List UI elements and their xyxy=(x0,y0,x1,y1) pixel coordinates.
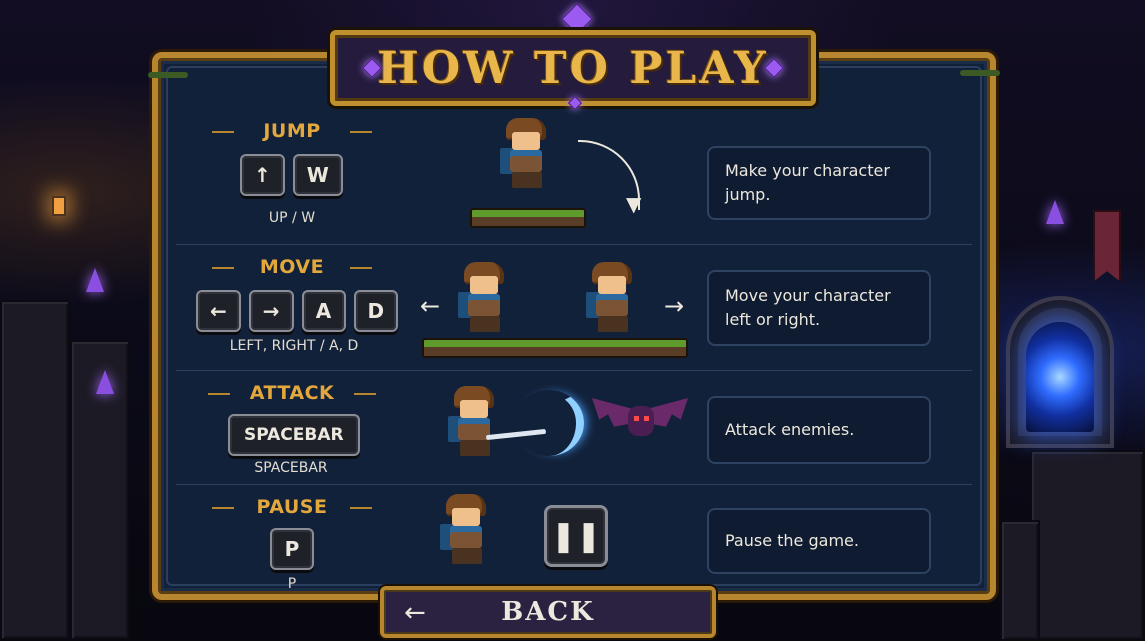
bat-enemy-icon xyxy=(592,392,688,456)
arrow-left-icon: ← xyxy=(420,292,441,320)
arrow-down-icon: ▼ xyxy=(626,192,642,216)
key-group-jump: ↑ W xyxy=(240,154,343,196)
key-caption-move: LEFT, RIGHT / A, D xyxy=(229,338,359,354)
wall-banner xyxy=(1093,210,1121,282)
description-move: Move your character left or right. xyxy=(707,270,931,346)
description-jump: Make your character jump. xyxy=(707,146,931,220)
action-title-move: MOVE xyxy=(212,256,372,278)
page-title: HOW TO PLAY xyxy=(377,42,769,94)
key-w[interactable]: W xyxy=(292,154,343,196)
description-text: Pause the game. xyxy=(725,531,859,550)
action-title-jump: JUMP xyxy=(212,120,372,142)
key-left-arrow[interactable]: ← xyxy=(196,290,241,332)
key-right-arrow[interactable]: → xyxy=(248,290,294,332)
description-pause: Pause the game. xyxy=(707,508,931,574)
hero-sprite-idle xyxy=(440,494,492,566)
grass-platform xyxy=(470,208,586,228)
action-title-pause: PAUSE xyxy=(212,496,372,518)
hero-sprite-walking-left xyxy=(458,262,510,334)
key-label: A xyxy=(315,299,332,323)
key-d[interactable]: D xyxy=(353,290,399,332)
description-attack: Attack enemies. xyxy=(707,396,931,464)
arrow-right-icon: → xyxy=(664,292,685,320)
key-label: SPACEBAR xyxy=(244,425,344,445)
hero-sprite-walking-right xyxy=(586,262,638,334)
stone-pillar-left xyxy=(0,300,70,640)
hero-sprite-jumping xyxy=(500,118,552,190)
vine-decoration xyxy=(960,70,1000,76)
vine-decoration xyxy=(148,72,188,78)
crystal-icon xyxy=(1046,200,1064,224)
arrow-right-icon: → xyxy=(262,299,280,323)
title-plate: HOW TO PLAY xyxy=(330,30,816,106)
stone-ledge-right xyxy=(1030,450,1145,641)
stone-block-right xyxy=(1000,520,1040,641)
slash-effect-icon xyxy=(514,390,584,456)
key-group-pause: P xyxy=(270,528,314,570)
key-caption-pause: P xyxy=(287,576,297,592)
key-a[interactable]: A xyxy=(301,290,346,332)
arrow-left-icon: ← xyxy=(210,299,227,323)
row-divider xyxy=(176,484,972,485)
hero-sprite-attacking xyxy=(448,386,500,458)
arrow-left-icon: ← xyxy=(404,598,426,628)
key-group-attack: SPACEBAR xyxy=(228,414,360,456)
key-label: P xyxy=(284,537,300,561)
action-title-attack: ATTACK xyxy=(208,382,376,404)
key-up-arrow[interactable]: ↑ xyxy=(240,154,285,196)
back-button-label: BACK xyxy=(501,597,595,627)
back-button[interactable]: ← BACK xyxy=(380,586,716,638)
crystal-icon xyxy=(96,370,114,394)
key-group-move: ← → A D xyxy=(196,290,399,332)
portal-swirl-icon xyxy=(1026,322,1094,432)
row-divider xyxy=(176,244,972,245)
arrow-up-icon: ↑ xyxy=(254,163,271,187)
key-caption-jump: UP / W xyxy=(268,210,316,226)
key-caption-attack: SPACEBAR xyxy=(254,460,328,476)
grass-platform xyxy=(422,338,688,358)
portal-doorway xyxy=(1006,296,1114,448)
lantern-icon xyxy=(52,196,66,216)
key-spacebar[interactable]: SPACEBAR xyxy=(228,414,360,456)
key-p[interactable]: P xyxy=(270,528,314,570)
crystal-icon xyxy=(86,268,104,292)
pause-icon: ❚❚ xyxy=(544,505,608,567)
key-label: W xyxy=(306,163,329,187)
description-text: Move your character left or right. xyxy=(725,286,891,329)
row-divider xyxy=(176,370,972,371)
description-text: Make your character jump. xyxy=(725,161,890,204)
description-text: Attack enemies. xyxy=(725,420,855,439)
key-label: D xyxy=(367,299,385,323)
